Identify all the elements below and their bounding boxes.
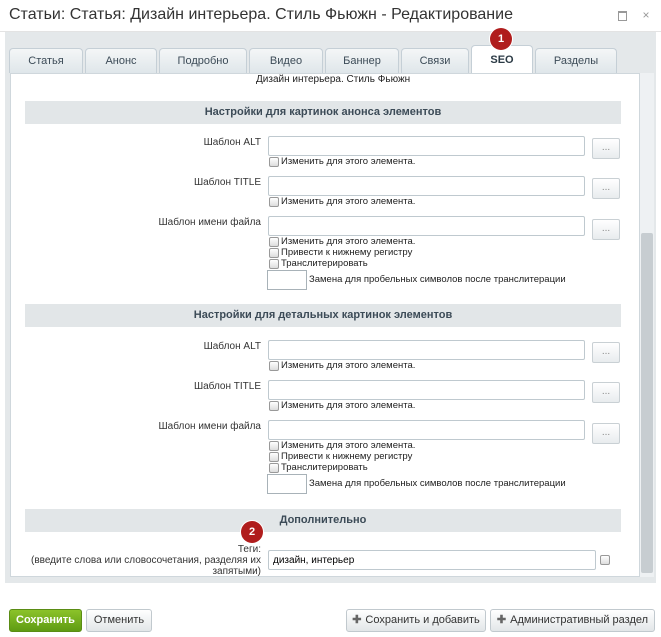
preview-translit-checkbox[interactable] bbox=[269, 259, 279, 269]
window-title: Статьи: Статья: Дизайн интерьера. Стиль … bbox=[9, 6, 513, 23]
tab-sections[interactable]: Разделы bbox=[535, 48, 617, 73]
maximize-icon[interactable] bbox=[616, 9, 628, 21]
filename-template-label: Шаблон имени файла bbox=[158, 217, 262, 228]
tags-hint-continued: запятыми) bbox=[212, 566, 261, 577]
preview-title-template-input[interactable] bbox=[268, 176, 585, 196]
tab-bar: Статья Анонс Подробно Видео Баннер Связи… bbox=[5, 45, 656, 74]
tab-banner[interactable]: Баннер bbox=[325, 48, 399, 73]
title-template-label: Шаблон TITLE bbox=[193, 177, 261, 188]
preview-filename-template-input[interactable] bbox=[268, 216, 585, 236]
content-scrollbar[interactable] bbox=[640, 73, 654, 577]
detail-filename-override-checkbox[interactable] bbox=[269, 441, 279, 451]
alt-template-label: Шаблон ALT bbox=[203, 341, 261, 352]
preview-alt-template-input[interactable] bbox=[268, 136, 585, 156]
detail-alt-insert-button[interactable]: ... bbox=[592, 342, 620, 363]
preview-filename-override-checkbox[interactable] bbox=[269, 237, 279, 247]
detail-lowercase-label: Привести к нижнему регистру bbox=[281, 451, 413, 462]
plus-icon: ✚ bbox=[352, 614, 362, 626]
tags-label: Теги: bbox=[237, 544, 261, 555]
preview-space-replace-input[interactable] bbox=[267, 270, 307, 290]
preview-filename-override-label: Изменить для этого элемента. bbox=[281, 236, 416, 247]
detail-alt-override-label: Изменить для этого элемента. bbox=[281, 360, 416, 371]
seo-tab-content: Дизайн интерьера. Стиль Фьюжн Настройки … bbox=[10, 73, 640, 577]
detail-space-replace-input[interactable] bbox=[267, 474, 307, 494]
detail-title-template-input[interactable] bbox=[268, 380, 585, 400]
preview-title-override-checkbox[interactable] bbox=[269, 197, 279, 207]
tab-links[interactable]: Связи bbox=[401, 48, 469, 73]
window-titlebar: Статьи: Статья: Дизайн интерьера. Стиль … bbox=[0, 0, 661, 32]
detail-filename-template-input[interactable] bbox=[268, 420, 585, 440]
element-name: Дизайн интерьера. Стиль Фьюжн bbox=[256, 74, 411, 85]
preview-title-override-label: Изменить для этого элемента. bbox=[281, 196, 416, 207]
section-header-preview-images: Настройки для картинок анонса элементов bbox=[25, 101, 621, 124]
detail-title-insert-button[interactable]: ... bbox=[592, 382, 620, 403]
preview-alt-override-label: Изменить для этого элемента. bbox=[281, 156, 416, 167]
detail-space-replace-label: Замена для пробельных символов после тра… bbox=[309, 478, 566, 489]
preview-alt-override-checkbox[interactable] bbox=[269, 157, 279, 167]
admin-section-label: Административный раздел bbox=[510, 614, 649, 626]
tab-announce[interactable]: Анонс bbox=[85, 48, 157, 73]
detail-alt-template-input[interactable] bbox=[268, 340, 585, 360]
alt-template-label: Шаблон ALT bbox=[203, 137, 261, 148]
admin-section-button[interactable]: ✚ Административный раздел bbox=[490, 609, 655, 632]
section-header-additional: Дополнительно bbox=[25, 509, 621, 532]
detail-alt-override-checkbox[interactable] bbox=[269, 361, 279, 371]
tags-hint: (введите слова или словосочетания, разде… bbox=[31, 555, 261, 566]
scrollbar-thumb[interactable] bbox=[641, 233, 653, 573]
tab-details[interactable]: Подробно bbox=[159, 48, 247, 73]
close-icon[interactable]: × bbox=[640, 9, 652, 21]
filename-template-label: Шаблон имени файла bbox=[158, 421, 262, 432]
preview-lowercase-label: Привести к нижнему регистру bbox=[281, 247, 413, 258]
tags-input[interactable] bbox=[268, 550, 596, 570]
detail-lowercase-checkbox[interactable] bbox=[269, 452, 279, 462]
save-button[interactable]: Сохранить bbox=[9, 609, 82, 632]
preview-title-insert-button[interactable]: ... bbox=[592, 178, 620, 199]
tab-article[interactable]: Статья bbox=[9, 48, 83, 73]
title-template-label: Шаблон TITLE bbox=[193, 381, 261, 392]
preview-alt-insert-button[interactable]: ... bbox=[592, 138, 620, 159]
cancel-button[interactable]: Отменить bbox=[86, 609, 152, 632]
step-badge-2: 2 bbox=[241, 521, 263, 543]
detail-translit-label: Транслитерировать bbox=[281, 462, 368, 473]
tab-video[interactable]: Видео bbox=[249, 48, 323, 73]
preview-space-replace-label: Замена для пробельных символов после тра… bbox=[309, 274, 566, 285]
section-header-detail-images: Настройки для детальных картинок элемент… bbox=[25, 304, 621, 327]
detail-filename-override-label: Изменить для этого элемента. bbox=[281, 440, 416, 451]
tags-checkbox[interactable] bbox=[600, 555, 610, 565]
preview-lowercase-checkbox[interactable] bbox=[269, 248, 279, 258]
preview-translit-label: Транслитерировать bbox=[281, 258, 368, 269]
detail-title-override-checkbox[interactable] bbox=[269, 401, 279, 411]
step-badge-1: 1 bbox=[490, 28, 512, 50]
save-and-add-label: Сохранить и добавить bbox=[365, 614, 480, 626]
detail-translit-checkbox[interactable] bbox=[269, 463, 279, 473]
preview-filename-insert-button[interactable]: ... bbox=[592, 219, 620, 240]
plus-icon: ✚ bbox=[496, 614, 507, 626]
save-and-add-button[interactable]: ✚ Сохранить и добавить bbox=[346, 609, 486, 632]
detail-filename-insert-button[interactable]: ... bbox=[592, 423, 620, 444]
detail-title-override-label: Изменить для этого элемента. bbox=[281, 400, 416, 411]
